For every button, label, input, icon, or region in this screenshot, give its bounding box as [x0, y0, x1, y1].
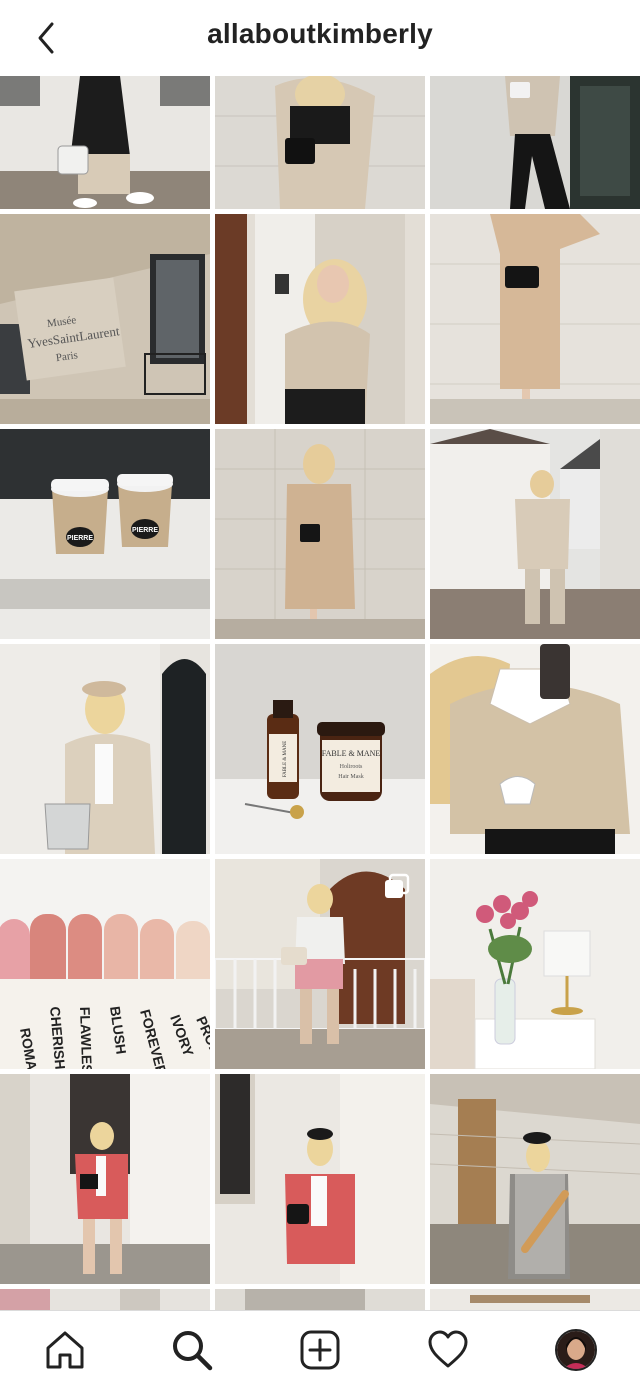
heart-icon: [428, 1330, 468, 1368]
svg-text:FLAWLESS: FLAWLESS: [77, 1007, 96, 1069]
nav-new-post[interactable]: [295, 1325, 345, 1375]
grid-post-5[interactable]: [215, 214, 425, 424]
grid-post-8[interactable]: [215, 429, 425, 639]
grid-post-15[interactable]: [430, 859, 640, 1069]
grid-post-4[interactable]: Musée YvesSaintLaurent Paris: [0, 214, 210, 424]
svg-text:FABLE & MANE: FABLE & MANE: [283, 741, 288, 778]
grid-post-3[interactable]: [430, 76, 640, 209]
grid-post-18[interactable]: [430, 1074, 640, 1284]
grid-post-17[interactable]: [215, 1074, 425, 1284]
grid-post-10[interactable]: [0, 644, 210, 854]
svg-text:Holiroots: Holiroots: [340, 764, 363, 770]
grid-post-1[interactable]: [0, 76, 210, 209]
carousel-icon: [383, 873, 411, 901]
grid-post-19[interactable]: [0, 1289, 210, 1310]
nav-activity[interactable]: [423, 1325, 473, 1375]
grid-post-6[interactable]: [430, 214, 640, 424]
grid-post-2[interactable]: [215, 76, 425, 209]
svg-text:Hair Mask: Hair Mask: [338, 774, 364, 780]
post-grid: Musée YvesSaintLaurent Paris PIERRE PIER…: [0, 76, 640, 1310]
nav-search[interactable]: [167, 1325, 217, 1375]
profile-username: allaboutkimberly: [207, 18, 433, 49]
svg-text:FABLE & MANE: FABLE & MANE: [322, 749, 381, 758]
grid-post-20[interactable]: [215, 1289, 425, 1310]
svg-text:PIERRE: PIERRE: [132, 527, 158, 534]
grid-post-13[interactable]: ROMANCE CHERISH FLAWLESS BLUSH FOREVER I…: [0, 859, 210, 1069]
grid-post-21[interactable]: [430, 1289, 640, 1310]
search-icon: [173, 1331, 213, 1371]
svg-text:PIERRE: PIERRE: [67, 535, 93, 542]
grid-post-12[interactable]: [430, 644, 640, 854]
profile-header: allaboutkimberly: [0, 0, 640, 76]
grid-post-16[interactable]: [0, 1074, 210, 1284]
home-icon: [46, 1331, 84, 1369]
grid-post-7[interactable]: PIERRE PIERRE: [0, 429, 210, 639]
bottom-nav: [0, 1310, 640, 1387]
avatar-icon: [555, 1329, 597, 1371]
grid-post-14[interactable]: [215, 859, 425, 1069]
nav-profile[interactable]: [551, 1325, 601, 1375]
add-post-icon: [300, 1330, 340, 1370]
nav-home[interactable]: [40, 1325, 90, 1375]
grid-post-9[interactable]: [430, 429, 640, 639]
grid-post-11[interactable]: FABLE & MANE FABLE & MANE Holiroots Hair…: [215, 644, 425, 854]
